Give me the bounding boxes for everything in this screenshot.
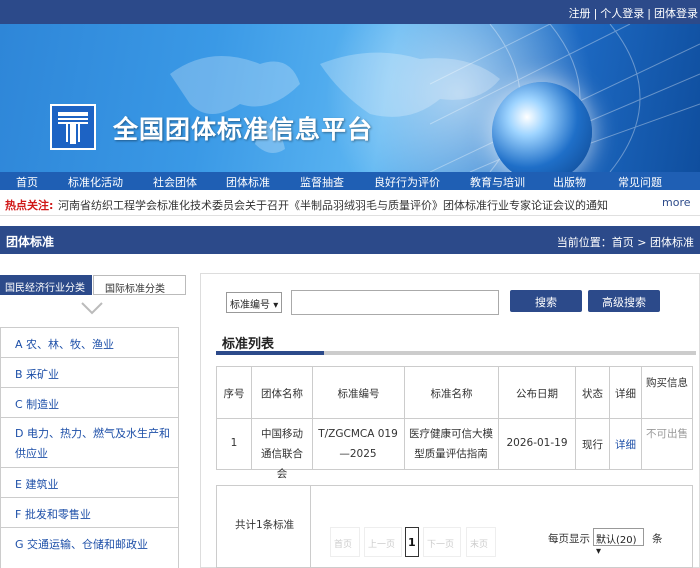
list-title-underline	[216, 351, 696, 355]
last-page-button[interactable]: 末页	[466, 527, 496, 557]
hot-news-bar: 热点关注: 河南省纺织工程学会标准化技术委员会关于召开《半制品羽绒羽毛与质量评价…	[0, 190, 700, 216]
tab-international[interactable]: 国际标准分类	[93, 275, 186, 295]
select-value: 标准编号	[230, 300, 270, 311]
cell-date: 2026-01-19	[506, 437, 568, 449]
chevron-down-icon: ▾	[596, 546, 602, 557]
list-title: 标准列表	[222, 337, 275, 352]
cell-status: 现行	[582, 439, 603, 451]
first-page-button[interactable]: 首页	[330, 527, 360, 557]
section-title: 团体标准	[6, 235, 55, 249]
col-header-purchase: 购买信息	[646, 377, 688, 389]
logo-icon	[50, 104, 96, 150]
col-header-name: 标准名称	[430, 388, 473, 400]
current-page[interactable]: 1	[405, 527, 419, 557]
row-divider	[217, 418, 692, 419]
advanced-search-button[interactable]: 高级搜索	[588, 290, 660, 312]
pagination: 共计1条标准 首页 上一页 1 下一页 末页 每页显示 默认(20) ▾ 条	[216, 485, 693, 568]
category-item[interactable]: D 电力、热力、燃气及水生产和供应业	[1, 418, 178, 468]
category-item[interactable]: B 采矿业	[1, 358, 178, 388]
nav-education[interactable]: 教育与培训	[470, 174, 525, 190]
search-button[interactable]: 搜索	[510, 290, 582, 312]
nav-social-groups[interactable]: 社会团体	[153, 174, 197, 190]
tab-national-industry[interactable]: 国民经济行业分类	[0, 275, 92, 295]
col-header-code: 标准编号	[337, 388, 380, 400]
more-link[interactable]: more	[662, 196, 691, 209]
prev-page-button[interactable]: 上一页	[364, 527, 402, 557]
col-header-detail: 详细	[615, 388, 636, 400]
account-links: 注册 | 个人登录 | 团体登录	[569, 5, 698, 21]
col-header-group: 团体名称	[261, 388, 303, 400]
main-nav: 首页 标准化活动 社会团体 团体标准 监督抽查 良好行为评价 教育与培训 出版物…	[0, 172, 700, 190]
site-title: 全国团体标准信息平台	[113, 115, 374, 144]
category-item[interactable]: E 建筑业	[1, 468, 178, 498]
banner: 全国团体标准信息平台	[0, 24, 700, 172]
globe-graphic	[492, 82, 592, 172]
nav-standardization-activities[interactable]: 标准化活动	[68, 174, 123, 190]
col-header-status: 状态	[582, 388, 603, 400]
total-count: 共计1条标准	[235, 519, 295, 531]
chevron-down-icon	[81, 302, 103, 315]
underline-accent	[216, 351, 324, 355]
section-header: 团体标准 当前位置：首页 > 团体标准	[0, 226, 700, 254]
detail-link[interactable]: 详细	[610, 437, 641, 452]
group-login-link[interactable]: 团体登录	[654, 7, 698, 20]
category-item[interactable]: A 农、林、牧、渔业	[1, 328, 178, 358]
nav-publications[interactable]: 出版物	[553, 174, 586, 190]
hot-label: 热点关注:	[5, 199, 54, 212]
pager-divider	[310, 486, 311, 567]
per-page-select[interactable]: 默认(20) ▾	[593, 528, 644, 557]
nav-home[interactable]: 首页	[16, 174, 38, 190]
chevron-down-icon: ▾	[273, 300, 279, 311]
cell-group: 中国移动通信联合会	[261, 428, 303, 480]
category-item[interactable]: G 交通运输、仓储和邮政业	[1, 528, 178, 558]
per-page-value: 默认(20)	[596, 535, 637, 546]
nav-good-behavior[interactable]: 良好行为评价	[374, 174, 440, 190]
per-page-unit: 条	[652, 533, 663, 545]
register-link[interactable]: 注册	[569, 7, 591, 20]
nav-faq[interactable]: 常见问题	[618, 174, 662, 190]
hot-news-link[interactable]: 河南省纺织工程学会标准化技术委员会关于召开《半制品羽绒羽毛与质量评价》团体标准行…	[58, 197, 608, 213]
cell-index: 1	[230, 437, 238, 449]
cell-name: 医疗健康可信大模型质量评估指南	[409, 428, 493, 460]
category-item[interactable]: F 批发和零售业	[1, 498, 178, 528]
category-item[interactable]: C 制造业	[1, 388, 178, 418]
search-input[interactable]	[291, 290, 499, 315]
top-bar: 注册 | 个人登录 | 团体登录	[0, 0, 700, 24]
standards-table: 序号 团体名称 标准编号 标准名称 公布日期 状态 详细 购买信息 1 中国移动…	[216, 366, 693, 480]
cell-purchase: 不可出售	[646, 428, 688, 440]
nav-group-standards[interactable]: 团体标准	[226, 174, 270, 190]
next-page-button[interactable]: 下一页	[423, 527, 461, 557]
col-header-index: 序号	[223, 388, 245, 400]
per-page-label: 每页显示	[548, 533, 590, 545]
cell-code: T/ZGCMCA 019—2025	[318, 428, 398, 460]
personal-login-link[interactable]: 个人登录	[600, 7, 644, 20]
divider: |	[647, 7, 651, 20]
divider: |	[593, 7, 598, 20]
search-field-select[interactable]: 标准编号 ▾	[226, 292, 282, 313]
category-list: A 农、林、牧、渔业 B 采矿业 C 制造业 D 电力、热力、燃气及水生产和供应…	[0, 327, 179, 568]
breadcrumb: 当前位置：首页 > 团体标准	[556, 236, 694, 249]
nav-supervision[interactable]: 监督抽查	[300, 174, 344, 190]
col-header-date: 公布日期	[516, 388, 558, 400]
